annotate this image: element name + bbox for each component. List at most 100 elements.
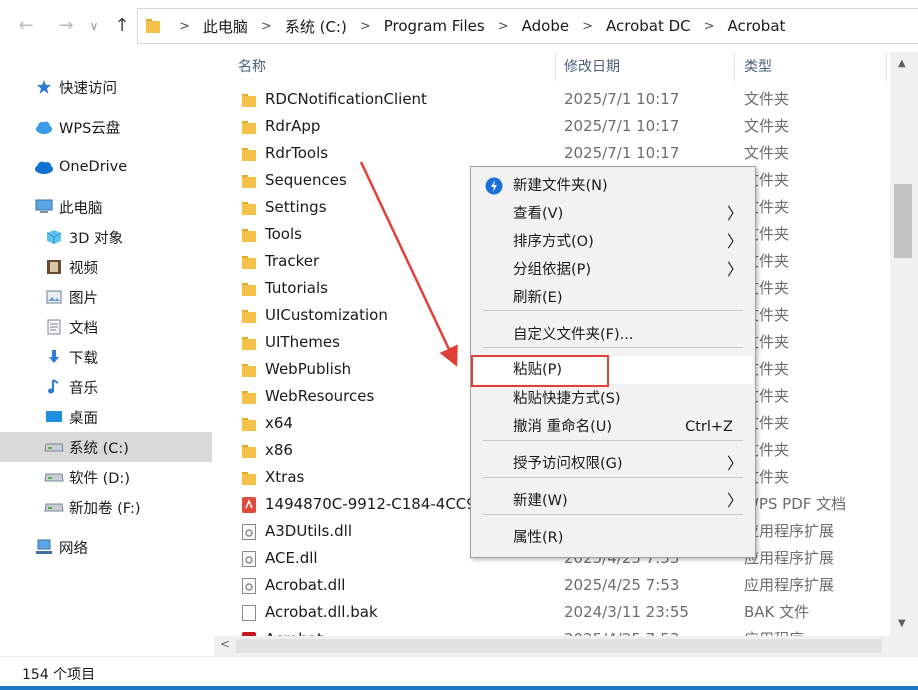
breadcrumb-separator-icon[interactable]: >: [695, 19, 724, 34]
column-divider[interactable]: [886, 52, 887, 82]
cloud-icon: [34, 117, 54, 137]
nav-item-2[interactable]: WPS云盘: [0, 112, 212, 142]
menu-item-4[interactable]: 分组依据(P) 〉: [473, 256, 753, 284]
nav-item-4[interactable]: 此电脑: [0, 192, 212, 222]
pdf-icon: [242, 497, 256, 513]
recent-locations-chevron-icon[interactable]: ∨: [82, 14, 106, 38]
file-type: 应用程序扩展: [744, 522, 835, 540]
nav-item-label: WPS云盘: [59, 120, 121, 137]
folder-icon: [242, 200, 256, 216]
column-header: ^ 名称 修改日期 类型: [214, 52, 890, 82]
file-row[interactable]: Acrobat 2025/4/25 7:53 应用程序: [214, 626, 890, 636]
scroll-left-icon[interactable]: <: [220, 637, 230, 651]
file-date: 2025/7/1 10:17: [564, 90, 680, 108]
nav-item-13[interactable]: 软件 (D:): [0, 462, 212, 492]
breadcrumb-item[interactable]: 此电脑: [199, 16, 252, 37]
breadcrumb-separator-icon[interactable]: >: [170, 19, 199, 34]
menu-item-5[interactable]: 刷新(E): [473, 284, 753, 312]
drive-icon: [44, 437, 64, 457]
breadcrumb-item[interactable]: 系统 (C:): [281, 16, 351, 37]
menu-item-8[interactable]: 粘贴快捷方式(S): [473, 385, 753, 413]
scroll-down-icon[interactable]: ▼: [898, 618, 906, 629]
vertical-scrollbar[interactable]: ▲ ▼: [890, 52, 918, 636]
menu-item-2[interactable]: 查看(V) 〉: [473, 200, 753, 228]
breadcrumb-item[interactable]: Acrobat: [724, 17, 790, 35]
nav-item-9[interactable]: 下载: [0, 342, 212, 372]
menu-item-shortcut: Ctrl+Z: [685, 419, 733, 435]
network-icon: [34, 537, 54, 557]
window-border: [0, 686, 918, 690]
nav-item-8[interactable]: 文档: [0, 312, 212, 342]
file-name: A3DUtils.dll: [265, 522, 352, 540]
file-type: 文件夹: [744, 90, 790, 108]
breadcrumb-separator-icon[interactable]: >: [252, 19, 281, 34]
forward-arrow-icon[interactable]: →: [54, 14, 78, 38]
breadcrumb-separator-icon[interactable]: >: [489, 19, 518, 34]
horizontal-scrollbar[interactable]: <: [214, 636, 890, 656]
desktop-icon: [44, 407, 64, 427]
nav-item-14[interactable]: 新加卷 (F:): [0, 492, 212, 522]
file-name-cell: Acrobat.dll.bak: [240, 599, 560, 626]
nav-item-15[interactable]: 网络: [0, 532, 212, 562]
menu-item-label: 粘贴快捷方式(S): [513, 391, 621, 407]
file-type: 文件夹: [744, 171, 790, 189]
breadcrumb-item[interactable]: Program Files: [380, 17, 489, 35]
menu-item-1[interactable]: 新建文件夹(N): [473, 172, 753, 200]
menu-separator: [483, 440, 743, 441]
menu-item-6[interactable]: 自定义文件夹(F)...: [473, 321, 753, 349]
nav-item-10[interactable]: 音乐: [0, 372, 212, 402]
folder-icon: [242, 254, 256, 270]
file-row[interactable]: Acrobat.dll 2025/4/25 7:53 应用程序扩展: [214, 572, 890, 599]
nav-item-5[interactable]: 3D 对象: [0, 222, 212, 252]
nav-item-label: 下载: [69, 350, 98, 367]
download-icon: [44, 347, 64, 367]
scroll-up-icon[interactable]: ▲: [898, 58, 906, 69]
file-name: Tools: [265, 225, 302, 243]
breadcrumb-separator-icon[interactable]: >: [351, 19, 380, 34]
nav-item-1[interactable]: 快速访问: [0, 72, 212, 102]
horizontal-scroll-thumb[interactable]: [236, 639, 882, 653]
up-arrow-icon[interactable]: ↑: [110, 14, 134, 38]
column-date-header[interactable]: 修改日期: [554, 52, 620, 82]
file-row[interactable]: RdrTools 2025/7/1 10:17 文件夹: [214, 140, 890, 167]
vertical-scroll-thumb[interactable]: [894, 184, 912, 258]
menu-item-11[interactable]: 新建(W) 〉: [473, 487, 753, 515]
file-type: 文件夹: [744, 468, 790, 486]
breadcrumb-separator-icon[interactable]: >: [573, 19, 602, 34]
nav-item-12[interactable]: 系统 (C:): [0, 432, 212, 462]
file-name: Acrobat.dll.bak: [265, 603, 378, 621]
folder-icon: [242, 146, 256, 162]
nav-item-7[interactable]: 图片: [0, 282, 212, 312]
address-bar[interactable]: > 此电脑 > 系统 (C:) > Program Files > Adobe …: [137, 8, 918, 44]
file-name: Tracker: [265, 252, 320, 270]
file-name: Settings: [265, 198, 327, 216]
file-row[interactable]: RdrApp 2025/7/1 10:17 文件夹: [214, 113, 890, 140]
menu-item-10[interactable]: 授予访问权限(G) 〉: [473, 450, 753, 478]
nav-item-label: OneDrive: [59, 159, 128, 175]
breadcrumb-item[interactable]: Acrobat DC: [602, 17, 695, 35]
back-arrow-icon[interactable]: ←: [14, 14, 38, 38]
file-name-cell: Acrobat: [240, 626, 560, 636]
nav-item-6[interactable]: 视频: [0, 252, 212, 282]
dll-icon: [242, 551, 256, 567]
dll-icon: [242, 524, 256, 540]
document-icon: [44, 317, 64, 337]
menu-item-label: 新建文件夹(N): [513, 178, 608, 194]
file-row[interactable]: RDCNotificationClient 2025/7/1 10:17 文件夹: [214, 86, 890, 113]
menu-item-12[interactable]: 属性(R): [473, 524, 753, 552]
column-name-header[interactable]: 名称: [228, 52, 266, 82]
nav-item-11[interactable]: 桌面: [0, 402, 212, 432]
menu-item-9[interactable]: 撤消 重命名(U) Ctrl+Z: [473, 413, 753, 441]
file-date: 2024/3/11 23:55: [564, 603, 689, 621]
nav-item-3[interactable]: OneDrive: [0, 152, 212, 182]
file-type: 文件夹: [744, 198, 790, 216]
file-name: x86: [265, 441, 293, 459]
menu-item-label: 授予访问权限(G): [513, 456, 623, 472]
breadcrumb-item[interactable]: Adobe: [518, 17, 573, 35]
column-type-header[interactable]: 类型: [734, 52, 772, 82]
menu-item-3[interactable]: 排序方式(O) 〉: [473, 228, 753, 256]
menu-item-label: 新建(W): [513, 493, 568, 509]
cube-icon: [44, 227, 64, 247]
file-row[interactable]: Acrobat.dll.bak 2024/3/11 23:55 BAK 文件: [214, 599, 890, 626]
nav-item-label: 新加卷 (F:): [69, 500, 141, 517]
